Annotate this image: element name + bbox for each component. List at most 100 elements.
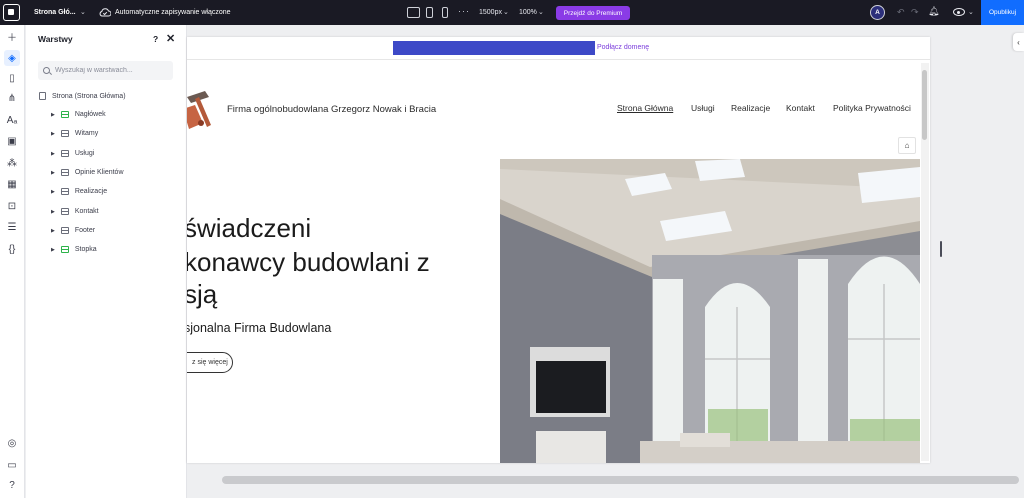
resize-handle[interactable] bbox=[940, 241, 942, 257]
help-icon[interactable]: ? bbox=[4, 477, 20, 493]
publish-button[interactable]: Opublikuj bbox=[981, 0, 1024, 25]
layer-item-uslugi[interactable]: ▶ Usługi bbox=[51, 150, 94, 157]
collapse-panel-icon[interactable]: ‹ bbox=[1013, 33, 1024, 51]
button-label: z się więcej bbox=[192, 359, 228, 366]
expand-arrow-icon[interactable]: ▶ bbox=[51, 170, 55, 176]
tablet-view-icon[interactable] bbox=[426, 7, 433, 18]
canvas-width-select[interactable]: 1500px bbox=[479, 9, 502, 16]
widgets-icon[interactable]: ▦ bbox=[4, 176, 20, 192]
section-icon bbox=[60, 208, 69, 215]
canvas-scrollbar-thumb[interactable] bbox=[922, 70, 927, 140]
hero-heading-line2[interactable]: konawcy budowlani z bbox=[187, 249, 430, 275]
nav-privacy[interactable]: Polityka Prywatności bbox=[833, 103, 911, 113]
section-icon bbox=[60, 130, 69, 137]
media-icon[interactable]: ▣ bbox=[4, 133, 20, 149]
hero-heading-line1[interactable]: świadczeni bbox=[187, 215, 311, 241]
pages-icon[interactable]: ▯ bbox=[4, 70, 20, 86]
layer-label: Strona (Strona Główna) bbox=[52, 92, 126, 100]
section-icon bbox=[60, 169, 69, 176]
connect-domain-link[interactable]: Podłącz domenę bbox=[597, 44, 649, 51]
layer-item-stopka[interactable]: ▶ Stopka bbox=[51, 246, 97, 253]
footer-section-icon bbox=[60, 246, 69, 253]
layer-label: Usługi bbox=[74, 150, 95, 157]
layer-item-realizacje[interactable]: ▶ Realizacje bbox=[51, 188, 107, 195]
learn-more-button[interactable]: z się więcej bbox=[187, 352, 233, 373]
hero-subtitle[interactable]: sjonalna Firma Budowlana bbox=[187, 321, 331, 335]
expand-arrow-icon[interactable]: ▶ bbox=[51, 189, 55, 195]
undo-icon[interactable]: ↶ bbox=[897, 7, 905, 18]
layer-label: Nagłówek bbox=[74, 111, 106, 118]
desktop-view-icon[interactable] bbox=[407, 7, 420, 18]
horizontal-scrollbar[interactable] bbox=[222, 476, 1019, 484]
help-icon[interactable]: ? bbox=[153, 34, 158, 44]
layer-item-opinie[interactable]: ▶ Opinie Klientów bbox=[51, 169, 124, 176]
close-icon[interactable]: ✕ bbox=[166, 32, 175, 45]
domain-banner-strip bbox=[393, 41, 595, 55]
layer-label: Opinie Klientów bbox=[74, 169, 124, 176]
add-icon[interactable]: ＋ bbox=[4, 28, 20, 44]
mobile-view-icon[interactable] bbox=[442, 7, 448, 18]
layers-icon[interactable]: ◈ bbox=[4, 50, 20, 66]
expand-arrow-icon[interactable]: ▶ bbox=[51, 151, 55, 157]
autosave-status: Automatyczne zapisywanie włączone bbox=[115, 9, 231, 16]
site-name-menu[interactable]: Strona Głó... bbox=[34, 9, 76, 16]
layer-item-witamy[interactable]: ▶ Witamy bbox=[51, 130, 98, 137]
code-icon[interactable]: {} bbox=[4, 241, 20, 257]
search-input[interactable] bbox=[55, 67, 165, 74]
hero-heading-line3[interactable]: sją bbox=[187, 281, 217, 307]
nav-services[interactable]: Usługi bbox=[691, 103, 715, 113]
panel-title: Warstwy bbox=[38, 34, 73, 44]
wix-logo-icon[interactable] bbox=[3, 4, 20, 21]
section-icon bbox=[60, 150, 69, 157]
business-icon[interactable]: ⊡ bbox=[4, 198, 20, 214]
expand-arrow-icon[interactable]: ▶ bbox=[51, 209, 55, 215]
layer-item-footer[interactable]: ▶ Footer bbox=[51, 227, 95, 234]
nav-home[interactable]: Strona Główna bbox=[617, 103, 673, 113]
expand-arrow-icon[interactable]: ▶ bbox=[51, 112, 55, 118]
interior-photo[interactable] bbox=[500, 159, 920, 463]
upgrade-premium-button[interactable]: Przejdź do Premium bbox=[556, 6, 630, 20]
layer-label: Witamy bbox=[74, 130, 99, 137]
chat-icon[interactable]: ▭ bbox=[4, 457, 20, 473]
left-toolbar: ＋ ◈ ▯ ⋔ Aₐ ▣ ⁂ ▦ ⊡ ☰ {} ◎ ▭ ? bbox=[0, 25, 25, 498]
layer-label: Realizacje bbox=[74, 188, 108, 195]
layer-root-page[interactable]: Strona (Strona Główna) bbox=[39, 92, 126, 100]
section-icon bbox=[60, 188, 69, 195]
bell-icon[interactable]: 🔔︎ bbox=[928, 6, 939, 17]
company-logo[interactable] bbox=[187, 87, 217, 131]
home-icon[interactable]: ⌂ bbox=[898, 137, 916, 154]
top-bar: Strona Głó... ⌄ Automatyczne zapisywanie… bbox=[0, 0, 1024, 25]
redo-icon[interactable]: ↷ bbox=[911, 7, 919, 18]
text-theme-icon[interactable]: Aₐ bbox=[4, 112, 20, 128]
cms-icon[interactable]: ☰ bbox=[4, 219, 20, 235]
expand-arrow-icon[interactable]: ▶ bbox=[51, 131, 55, 137]
site-canvas[interactable]: Podłącz domenę Firma ogólnobudowlana Grz… bbox=[187, 37, 930, 463]
nav-projects[interactable]: Realizacje bbox=[731, 103, 770, 113]
layers-panel: Warstwy ? ✕ Strona (Strona Główna) ▶ Nag… bbox=[26, 25, 187, 498]
nav-contact[interactable]: Kontakt bbox=[786, 103, 815, 113]
zoom-select[interactable]: 100% bbox=[519, 9, 537, 16]
layer-label: Kontakt bbox=[74, 208, 99, 215]
layer-item-naglowek[interactable]: ▶ Nagłówek bbox=[51, 111, 106, 118]
layer-search[interactable] bbox=[38, 61, 173, 80]
preview-eye-icon[interactable] bbox=[953, 8, 965, 16]
chevron-down-icon[interactable]: ⌄ bbox=[538, 8, 544, 16]
company-name[interactable]: Firma ogólnobudowlana Grzegorz Nowak i B… bbox=[227, 104, 436, 115]
chevron-down-icon[interactable]: ⌄ bbox=[503, 8, 509, 16]
page-icon bbox=[39, 92, 46, 100]
checklist-icon[interactable]: ◎ bbox=[4, 435, 20, 451]
expand-arrow-icon[interactable]: ▶ bbox=[51, 247, 55, 253]
layer-label: Stopka bbox=[74, 246, 97, 253]
expand-arrow-icon[interactable]: ▶ bbox=[51, 228, 55, 234]
chevron-down-icon[interactable]: ⌄ bbox=[968, 8, 974, 16]
avatar[interactable]: A bbox=[870, 5, 885, 20]
apps-icon[interactable]: ⁂ bbox=[4, 155, 20, 171]
chevron-down-icon[interactable]: ⌄ bbox=[80, 8, 86, 16]
search-icon bbox=[43, 67, 50, 74]
layer-label: Footer bbox=[74, 227, 96, 234]
sitemap-icon[interactable]: ⋔ bbox=[4, 90, 20, 106]
layer-item-kontakt[interactable]: ▶ Kontakt bbox=[51, 208, 99, 215]
more-options-icon[interactable]: ··· bbox=[458, 6, 470, 16]
domain-banner: Podłącz domenę bbox=[187, 37, 930, 60]
header-section-icon bbox=[60, 111, 69, 118]
